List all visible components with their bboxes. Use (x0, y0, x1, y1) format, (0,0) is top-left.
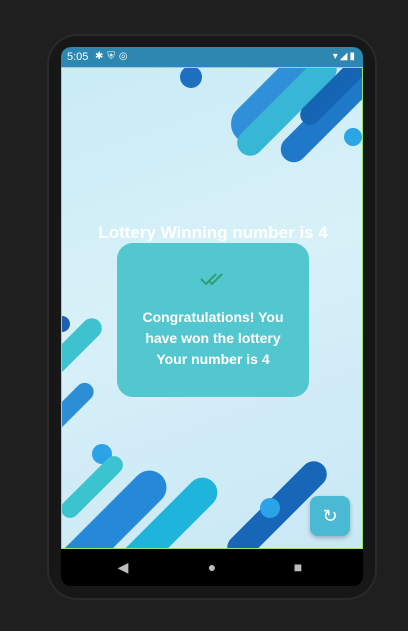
back-button[interactable]: ◀ (108, 549, 138, 586)
status-left-icons: ✱⛨◎ (95, 47, 132, 67)
double-check-icon (117, 271, 309, 291)
decor-dot (180, 68, 202, 88)
phone-screen: 5:05 ✱⛨◎ ▾◢▮ Lottery Winning number is 4 (61, 47, 363, 586)
status-bar: 5:05 ✱⛨◎ ▾◢▮ (61, 47, 363, 67)
refresh-button[interactable]: ↻ (310, 496, 350, 536)
sync-icon: ◎ (118, 51, 132, 62)
result-line-1: Congratulations! You (142, 309, 284, 325)
battery-icon: ▮ (349, 51, 357, 62)
decor-blob (62, 379, 98, 445)
status-time: 5:05 (67, 51, 89, 63)
home-button[interactable]: ● (197, 549, 227, 586)
page-title: Lottery Winning number is 4 (98, 223, 328, 242)
wifi-icon: ▾ (332, 51, 340, 62)
shield-icon: ⛨ (107, 51, 119, 62)
navigation-bar: ◀ ● ■ (61, 549, 363, 586)
result-card: Congratulations! You have won the lotter… (117, 243, 309, 397)
status-right-icons: ▾◢▮ (333, 47, 357, 67)
gear-icon: ✱ (95, 51, 108, 62)
refresh-icon: ↻ (322, 506, 338, 526)
result-message: Congratulations! You have won the lotter… (117, 307, 309, 370)
app-content: Lottery Winning number is 4 Congratulati… (61, 67, 363, 549)
decor-dot (344, 128, 362, 146)
decor-dot (62, 316, 70, 332)
decor-dot (260, 498, 280, 518)
result-line-2: have won the lottery (145, 330, 281, 346)
recents-button[interactable]: ■ (283, 549, 313, 586)
result-line-3: Your number is 4 (156, 351, 270, 367)
